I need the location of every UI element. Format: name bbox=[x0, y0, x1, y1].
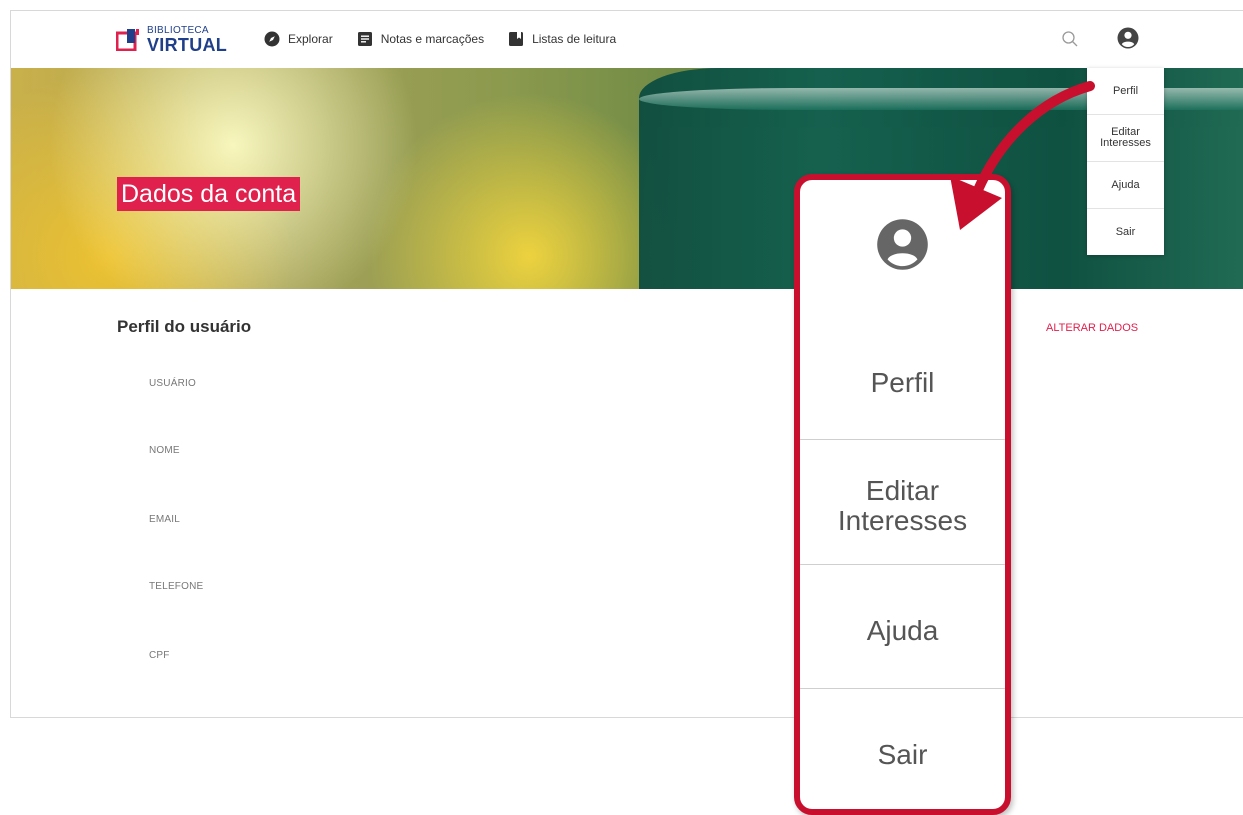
main-nav: Explorar Notas e marcações Listas de lei… bbox=[264, 31, 640, 47]
callout-item-perfil[interactable]: Perfil bbox=[800, 368, 1005, 398]
profile-section-title: Perfil do usuário bbox=[117, 317, 252, 336]
field-label-email: EMAIL bbox=[149, 514, 181, 525]
nav-label-explorar: Explorar bbox=[288, 32, 333, 46]
account-circle-icon[interactable] bbox=[1117, 27, 1139, 49]
field-label-telefone: TELEFONE bbox=[149, 581, 204, 592]
nav-explorar[interactable]: Explorar bbox=[264, 31, 333, 47]
nav-label-listas: Listas de leitura bbox=[532, 32, 617, 46]
top-navigation-bar: BIBLIOTECA VIRTUAL Explorar Notas e marc… bbox=[11, 11, 1243, 69]
compass-icon bbox=[264, 31, 280, 47]
callout-item-sair[interactable]: Sair bbox=[800, 740, 1005, 770]
nav-label-notas: Notas e marcações bbox=[380, 32, 485, 46]
alterar-dados-link[interactable]: ALTERAR DADOS bbox=[1046, 322, 1138, 334]
callout-item-editar-interesses[interactable]: Editar Interesses bbox=[800, 476, 1005, 536]
field-label-cpf: CPF bbox=[149, 650, 170, 661]
callout-divider bbox=[800, 688, 1005, 689]
zoomed-user-menu-callout: Perfil Editar Interesses Ajuda Sair bbox=[794, 174, 1011, 815]
callout-divider bbox=[800, 439, 1005, 440]
logo-mark-icon bbox=[116, 29, 139, 51]
bookmark-icon bbox=[509, 32, 524, 46]
callout-item-ajuda[interactable]: Ajuda bbox=[800, 616, 1005, 646]
callout-divider bbox=[800, 564, 1005, 565]
field-label-nome: NOME bbox=[149, 445, 180, 456]
search-icon[interactable] bbox=[1061, 30, 1079, 48]
field-label-usuario: USUÁRIO bbox=[149, 378, 196, 389]
curved-arrow-icon bbox=[950, 81, 1095, 230]
logo-text-virtual: VIRTUAL bbox=[147, 35, 228, 55]
page-title: Dados da conta bbox=[117, 177, 301, 211]
notes-icon bbox=[357, 32, 372, 46]
nav-listas[interactable]: Listas de leitura bbox=[508, 31, 616, 47]
nav-notas[interactable]: Notas e marcações bbox=[357, 31, 484, 47]
